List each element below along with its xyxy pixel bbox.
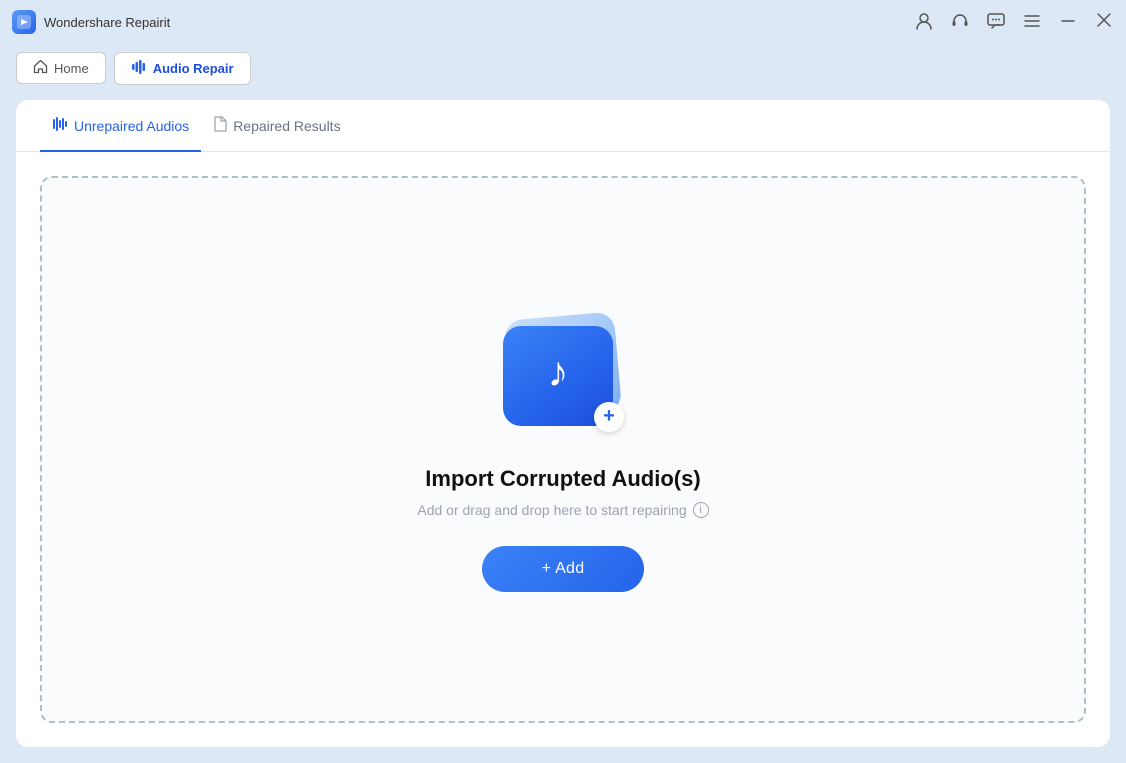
add-button[interactable]: + Add (482, 546, 645, 592)
titlebar: Wondershare Repairit (0, 0, 1126, 44)
music-graphic: ♪ + (498, 308, 628, 438)
home-icon (33, 59, 48, 77)
import-subtitle-text: Add or drag and drop here to start repai… (417, 502, 686, 518)
app-title: Wondershare Repairit (44, 15, 170, 30)
close-button[interactable] (1094, 10, 1114, 35)
titlebar-controls (914, 10, 1114, 35)
audio-repair-nav-tab[interactable]: Audio Repair (114, 52, 251, 85)
tab-repaired-results[interactable]: Repaired Results (201, 100, 352, 152)
music-note-icon: ♪ (548, 351, 569, 393)
info-icon[interactable]: i (693, 502, 709, 518)
titlebar-left: Wondershare Repairit (12, 10, 170, 34)
plus-badge-icon: + (594, 402, 624, 432)
import-subtitle: Add or drag and drop here to start repai… (417, 502, 708, 518)
dropzone[interactable]: ♪ + Import Corrupted Audio(s) Add or dra… (40, 176, 1086, 723)
home-nav-label: Home (54, 61, 89, 76)
audio-repair-icon (131, 59, 147, 78)
main-area: Unrepaired Audios Repaired Results ♪ (0, 92, 1126, 763)
unrepaired-tab-label: Unrepaired Audios (74, 118, 189, 134)
repaired-tab-icon (213, 116, 227, 136)
tab-unrepaired-audios[interactable]: Unrepaired Audios (40, 100, 201, 152)
support-icon[interactable] (950, 11, 970, 34)
minimize-button[interactable] (1058, 11, 1078, 34)
home-nav-tab[interactable]: Home (16, 52, 106, 84)
chat-icon[interactable] (986, 11, 1006, 34)
navbar: Home Audio Repair (0, 44, 1126, 92)
app-icon (12, 10, 36, 34)
repaired-tab-label: Repaired Results (233, 118, 340, 134)
audio-repair-nav-label: Audio Repair (153, 61, 234, 76)
import-title: Import Corrupted Audio(s) (425, 466, 700, 492)
unrepaired-tab-icon (52, 116, 68, 136)
account-icon[interactable] (914, 11, 934, 34)
tabs-bar: Unrepaired Audios Repaired Results (16, 100, 1110, 152)
content-card: Unrepaired Audios Repaired Results ♪ (16, 100, 1110, 747)
menu-icon[interactable] (1022, 11, 1042, 34)
